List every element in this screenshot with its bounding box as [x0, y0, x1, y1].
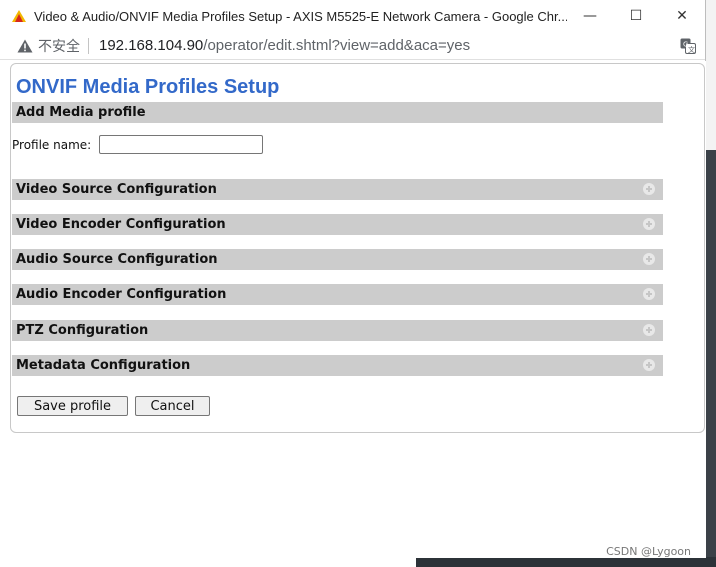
section-label: Video Encoder Configuration: [16, 217, 226, 232]
section-ptz[interactable]: PTZ Configuration: [12, 320, 663, 341]
address-bar[interactable]: 不安全 192.168.104.90/operator/edit.shtml?v…: [0, 32, 705, 60]
close-button[interactable]: ✕: [659, 0, 705, 32]
add-media-profile-header: Add Media profile: [12, 102, 663, 123]
section-label: Audio Source Configuration: [16, 252, 218, 267]
section-video-source[interactable]: Video Source Configuration: [12, 179, 663, 200]
plus-circle-icon[interactable]: [643, 288, 655, 300]
url-host: 192.168.104.90: [99, 37, 204, 54]
profile-name-label: Profile name:: [12, 138, 92, 152]
section-metadata[interactable]: Metadata Configuration: [12, 355, 663, 376]
axis-logo-icon: [12, 10, 26, 22]
svg-text:文: 文: [688, 45, 695, 54]
cancel-button[interactable]: Cancel: [135, 396, 210, 416]
address-separator: [88, 37, 89, 54]
section-label: PTZ Configuration: [16, 323, 149, 338]
warning-triangle-icon[interactable]: [17, 39, 33, 53]
browser-popup-window: Video & Audio/ONVIF Media Profiles Setup…: [0, 0, 706, 558]
section-label: Metadata Configuration: [16, 358, 191, 373]
url-text[interactable]: 192.168.104.90/operator/edit.shtml?view=…: [99, 37, 470, 54]
media-profile-dialog: ONVIF Media Profiles Setup Add Media pro…: [10, 63, 705, 433]
save-profile-button[interactable]: Save profile: [17, 396, 128, 416]
desktop-photo-strip: [416, 557, 716, 567]
section-video-encoder[interactable]: Video Encoder Configuration: [12, 214, 663, 235]
desktop-photo: [706, 150, 716, 567]
plus-circle-icon[interactable]: [643, 183, 655, 195]
profile-name-input[interactable]: [99, 135, 263, 154]
minimize-button[interactable]: —: [567, 0, 613, 32]
security-label[interactable]: 不安全: [38, 36, 80, 56]
section-audio-encoder[interactable]: Audio Encoder Configuration: [12, 284, 663, 305]
page-content: ONVIF Media Profiles Setup Add Media pro…: [0, 61, 706, 558]
window-controls: — ☐ ✕: [567, 0, 705, 32]
plus-circle-icon[interactable]: [643, 218, 655, 230]
url-path: /operator/edit.shtml?view=add&aca=yes: [203, 37, 471, 54]
title-bar: Video & Audio/ONVIF Media Profiles Setup…: [0, 0, 705, 32]
translate-icon[interactable]: G 文: [680, 38, 696, 54]
plus-circle-icon[interactable]: [643, 253, 655, 265]
plus-circle-icon[interactable]: [643, 359, 655, 371]
window-title: Video & Audio/ONVIF Media Profiles Setup…: [34, 8, 567, 24]
section-audio-source[interactable]: Audio Source Configuration: [12, 249, 663, 270]
plus-circle-icon[interactable]: [643, 324, 655, 336]
section-label: Video Source Configuration: [16, 182, 217, 197]
section-label: Audio Encoder Configuration: [16, 287, 227, 302]
dialog-title: ONVIF Media Profiles Setup: [16, 76, 280, 98]
maximize-button[interactable]: ☐: [613, 0, 659, 32]
watermark: CSDN @Lygoon: [606, 545, 691, 558]
